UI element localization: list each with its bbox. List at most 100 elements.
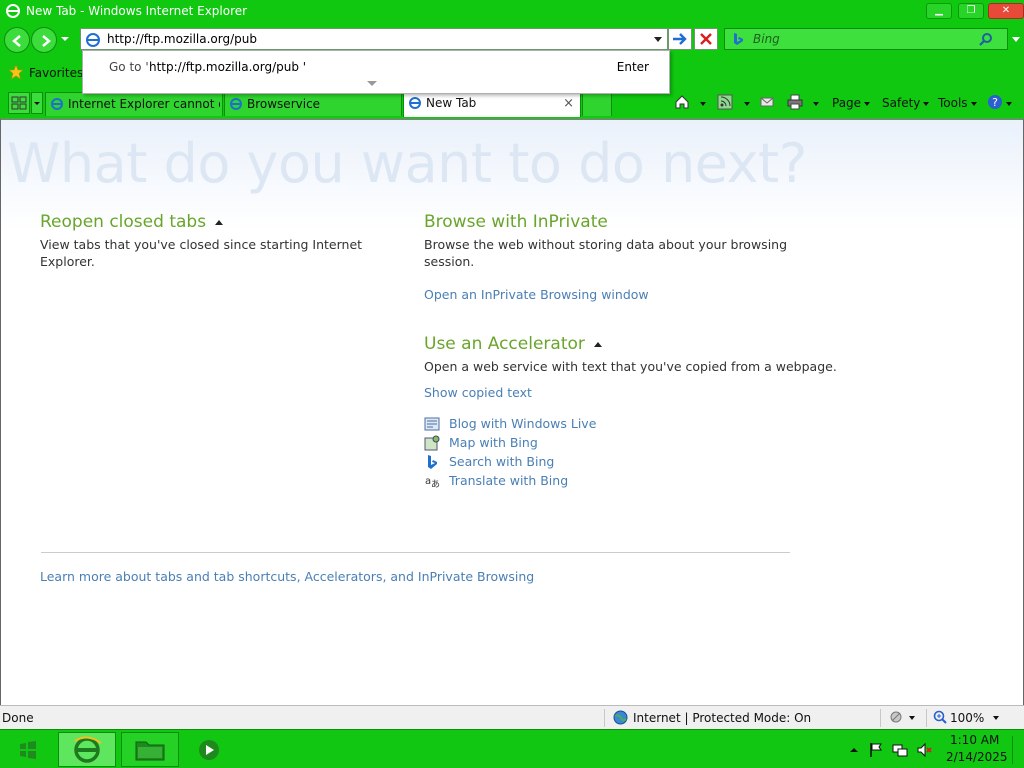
tab-label: Internet Explorer cannot di... [68,97,220,111]
show-hidden-icons-icon[interactable] [846,742,862,758]
recent-pages-dropdown-icon[interactable] [60,34,70,44]
page-ie-icon [86,33,100,47]
popup-blocker-icon[interactable] [888,709,904,725]
collapse-icon[interactable] [593,341,602,347]
back-button[interactable] [4,27,30,53]
autocomplete-enter-hint: Enter [616,60,649,74]
internet-zone-globe-icon[interactable] [613,710,628,725]
ie-logo-icon [74,736,102,763]
clock-time[interactable]: 1:10 AM [950,733,999,747]
show-copied-text-link[interactable]: Show copied text [424,385,532,400]
safety-menu[interactable]: Safety [882,96,930,110]
popup-blocker-dropdown[interactable] [906,710,915,724]
taskbar: 1:10 AM 2/14/2025 [0,729,1024,768]
tab-ie-cannot-display[interactable]: Internet Explorer cannot di... [45,92,223,116]
address-input[interactable]: http://ftp.mozilla.org/pub [107,32,257,46]
translate-icon: aあ [425,476,440,489]
window-title: New Tab - Windows Internet Explorer [26,4,248,18]
page-menu-label: Page [832,96,862,110]
forward-arrow-icon [42,35,51,47]
print-dropdown[interactable] [810,96,819,110]
restore-button[interactable]: ❐ [958,3,984,19]
close-tab-icon[interactable]: × [563,96,574,111]
title-bar: New Tab - Windows Internet Explorer ▁ ❐ … [0,0,1024,24]
accelerator-translate-link[interactable]: Translate with Bing [449,473,568,488]
bing-logo-icon [734,33,743,45]
forward-button[interactable] [31,27,57,53]
svg-text:あ: あ [431,479,440,489]
clock-date[interactable]: 2/14/2025 [946,750,1008,764]
status-separator [880,709,881,727]
help-icon[interactable]: ? [987,94,1003,110]
tab-new-tab[interactable]: New Tab × [403,91,581,117]
quick-tabs-button[interactable] [8,92,30,114]
zoom-level[interactable]: 100% [950,711,984,725]
accelerator-map-link[interactable]: Map with Bing [449,435,538,450]
ie-page-icon [230,98,242,110]
back-arrow-icon [12,35,21,47]
status-separator [926,709,927,727]
network-icon[interactable] [892,742,908,758]
use-accelerator-title[interactable]: Use an Accelerator [424,334,602,354]
tab-list-dropdown[interactable] [31,92,43,114]
home-icon[interactable] [674,94,690,110]
volume-muted-icon[interactable] [916,742,932,758]
learn-more-link[interactable]: Learn more about tabs and tab shortcuts,… [40,569,534,584]
chevron-down-icon [34,102,40,105]
feeds-icon[interactable] [717,94,733,110]
tab-label: New Tab [426,96,477,110]
go-button[interactable] [668,28,692,50]
search-options-dropdown-icon[interactable] [1012,37,1020,42]
autocomplete-goto-prefix[interactable]: Go to ' [109,60,149,74]
reopen-closed-tabs-title[interactable]: Reopen closed tabs [40,212,224,232]
tab-browservice[interactable]: Browservice [224,92,402,116]
media-player-icon[interactable] [198,739,220,761]
search-box[interactable]: Bing [724,28,1008,50]
stop-button[interactable] [694,28,718,50]
show-desktop-button[interactable] [1012,736,1013,764]
browse-inprivate-desc: Browse the web without storing data abou… [424,237,788,269]
windows-start-icon[interactable] [6,735,50,765]
accelerator-search-link[interactable]: Search with Bing [449,454,554,469]
zoom-dropdown[interactable] [990,710,999,724]
tab-label: Browservice [247,97,321,111]
new-tab-button[interactable] [582,92,612,116]
read-mail-icon[interactable] [759,94,775,110]
tools-menu[interactable]: Tools [938,96,977,110]
autocomplete-goto-url[interactable]: http://ftp.mozilla.org/pub ' [149,60,306,74]
address-bar[interactable]: http://ftp.mozilla.org/pub [80,28,668,50]
taskbar-file-explorer[interactable] [121,732,179,767]
address-autocomplete-dropdown: Go to ' http://ftp.mozilla.org/pub ' Ent… [82,50,670,94]
status-text: Done [2,711,34,725]
quick-tabs-grid-icon [11,96,27,110]
status-bar: Done Internet | Protected Mode: On 100% [0,705,1024,729]
feeds-dropdown[interactable] [741,96,750,110]
svg-text:?: ? [992,96,998,109]
accelerator-blog-link[interactable]: Blog with Windows Live [449,416,596,431]
page-menu[interactable]: Page [832,96,871,110]
address-dropdown-icon[interactable] [654,37,662,42]
favorites-star-icon[interactable] [8,64,24,80]
search-icon[interactable] [979,32,993,46]
zoom-icon[interactable] [932,709,948,725]
favorites-button[interactable]: Favorites [29,66,83,80]
security-zone-text[interactable]: Internet | Protected Mode: On [633,711,811,725]
action-center-flag-icon[interactable] [868,742,884,758]
collapse-icon[interactable] [215,219,224,225]
open-inprivate-link[interactable]: Open an InPrivate Browsing window [424,287,649,302]
close-window-button[interactable]: ✕ [988,3,1024,19]
page-heading: What do you want to do next? [7,132,807,195]
content-divider [41,552,790,553]
minimize-button[interactable]: ▁ [926,3,952,19]
help-dropdown[interactable] [1003,96,1012,110]
safety-menu-label: Safety [882,96,921,110]
print-icon[interactable] [787,94,803,110]
home-dropdown[interactable] [697,96,706,110]
autocomplete-expand-icon[interactable] [367,81,377,86]
search-input[interactable]: Bing [753,32,780,46]
taskbar-internet-explorer[interactable] [58,732,116,767]
new-tab-page: What do you want to do next? Reopen clos… [0,118,1024,705]
use-accelerator-label: Use an Accelerator [424,334,585,354]
reopen-closed-tabs-desc: View tabs that you've closed since start… [40,237,363,269]
go-arrow-icon [673,33,687,45]
